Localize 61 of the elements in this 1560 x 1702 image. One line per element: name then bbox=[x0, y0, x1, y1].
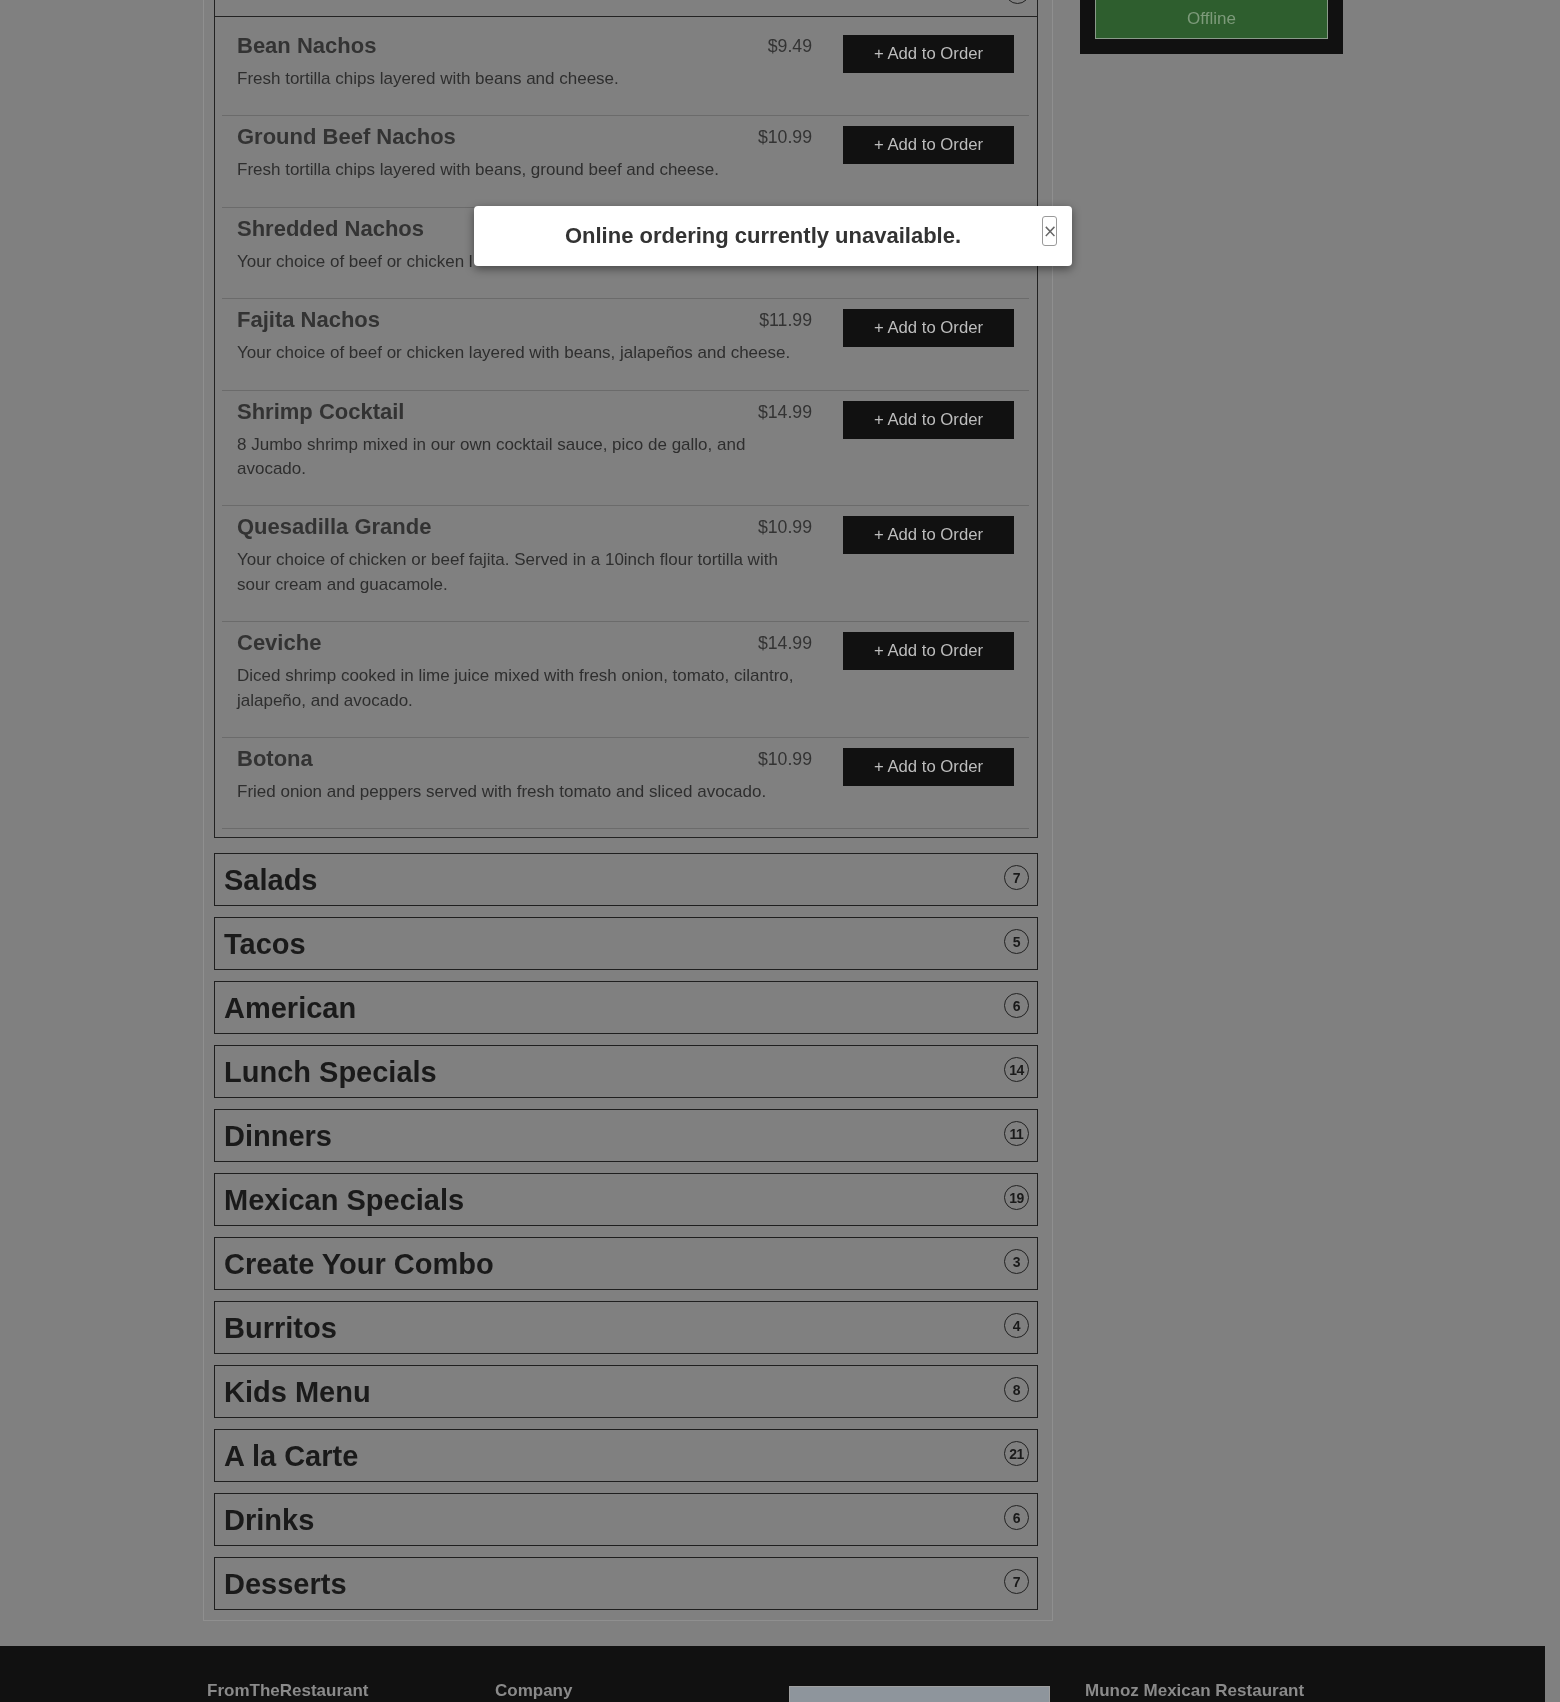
category-header[interactable]: American 6 bbox=[214, 981, 1038, 1035]
category-header[interactable] bbox=[215, 0, 1037, 17]
item-description: Diced shrimp cooked in lime juice mixed with fresh onion, tomato, cilantro, jalapeño, and avocado. bbox=[237, 666, 794, 710]
item-description: Fresh tortilla chips layered with beans and cheese. bbox=[237, 69, 619, 88]
category-title: Tacos bbox=[224, 926, 306, 961]
category-header[interactable]: Drinks 6 bbox=[214, 1493, 1038, 1547]
category-title: Mexican Specials bbox=[224, 1182, 465, 1217]
footer-heading: Munoz Mexican Restaurant bbox=[1085, 1681, 1306, 1702]
item-name: Quesadilla Grande bbox=[237, 513, 432, 542]
add-to-order-button[interactable]: + Add to Order bbox=[843, 632, 1014, 671]
item-price: $14.99 bbox=[757, 400, 812, 424]
category-title: A la Carte bbox=[224, 1438, 359, 1473]
item-name: Shrimp Cocktail bbox=[237, 397, 405, 426]
category-header[interactable]: Tacos 5 bbox=[214, 917, 1038, 971]
item-price: $14.99 bbox=[757, 632, 812, 656]
category-title: Lunch Specials bbox=[224, 1054, 437, 1089]
item-price: $10.99 bbox=[757, 516, 812, 540]
item-price: $9.49 bbox=[767, 35, 812, 58]
category-header[interactable]: Desserts 7 bbox=[214, 1557, 1038, 1611]
category-title: Create Your Combo bbox=[224, 1246, 494, 1281]
category-header[interactable]: Burritos 4 bbox=[214, 1301, 1038, 1355]
item-description: 8 Jumbo shrimp mixed in our own cocktail sauce, pico de gallo, and avocado. bbox=[237, 434, 746, 479]
category-title: Salads bbox=[224, 862, 318, 897]
category-header[interactable]: A la Carte 21 bbox=[214, 1429, 1038, 1483]
add-to-order-button[interactable]: + Add to Order bbox=[843, 126, 1014, 165]
item-name: Botona bbox=[237, 745, 313, 774]
category-header[interactable]: Mexican Specials 19 bbox=[214, 1173, 1038, 1227]
category-title: American bbox=[224, 990, 357, 1025]
category-header[interactable]: Create Your Combo 3 bbox=[214, 1237, 1038, 1291]
item-description: Your choice of chicken or beef fajita. Served in a 10inch flour tortilla with sour cream and guacamole. bbox=[237, 550, 778, 594]
category-title: Drinks bbox=[224, 1502, 315, 1537]
item-name: Fajita Nachos bbox=[237, 306, 381, 335]
item-description: Your choice of beef or chicken l bbox=[237, 251, 473, 271]
item-description: Fried onion and peppers served with fresh tomato and sliced avocado. bbox=[237, 782, 767, 802]
category-header[interactable]: Dinners 11 bbox=[214, 1109, 1038, 1163]
add-to-order-button[interactable]: + Add to Order bbox=[843, 309, 1014, 348]
item-description: Fresh tortilla chips layered with beans, ground beef and cheese. bbox=[237, 160, 719, 180]
category-header[interactable]: Salads 7 bbox=[214, 853, 1038, 907]
add-to-order-button[interactable]: + Add to Order bbox=[843, 400, 1014, 439]
item-price: $10.99 bbox=[757, 748, 812, 772]
category-header[interactable]: Kids Menu 8 bbox=[214, 1365, 1038, 1419]
add-to-order-button[interactable]: + Add to Order bbox=[843, 516, 1014, 555]
category-title: Burritos bbox=[224, 1310, 337, 1345]
item-price: $10.99 bbox=[757, 126, 812, 150]
category-title: Desserts bbox=[224, 1566, 347, 1601]
add-to-order-button[interactable]: + Add to Order bbox=[843, 748, 1014, 787]
item-name: Bean Nachos bbox=[237, 32, 377, 60]
footer-heading: Company bbox=[495, 1681, 574, 1702]
item-name: Ground Beef Nachos bbox=[237, 123, 456, 152]
item-price: $11.99 bbox=[759, 309, 812, 333]
category-title: Dinners bbox=[224, 1118, 332, 1153]
category-header[interactable]: Lunch Specials 14 bbox=[214, 1045, 1038, 1099]
item-name: Ceviche bbox=[237, 629, 322, 658]
item-description: Your choice of beef or chicken layered with beans, jalapeños and cheese. bbox=[237, 343, 791, 363]
add-to-order-button[interactable]: + Add to Order bbox=[843, 35, 1014, 73]
status-button[interactable]: Offline bbox=[1095, 0, 1328, 39]
close-button[interactable]: × bbox=[1042, 216, 1057, 246]
footer-heading: FromTheRestaurant bbox=[207, 1681, 370, 1702]
alert-message: Online ordering currently unavailable. bbox=[564, 223, 962, 249]
category-title: Kids Menu bbox=[224, 1374, 371, 1409]
item-name: Shredded Nachos bbox=[237, 214, 425, 243]
